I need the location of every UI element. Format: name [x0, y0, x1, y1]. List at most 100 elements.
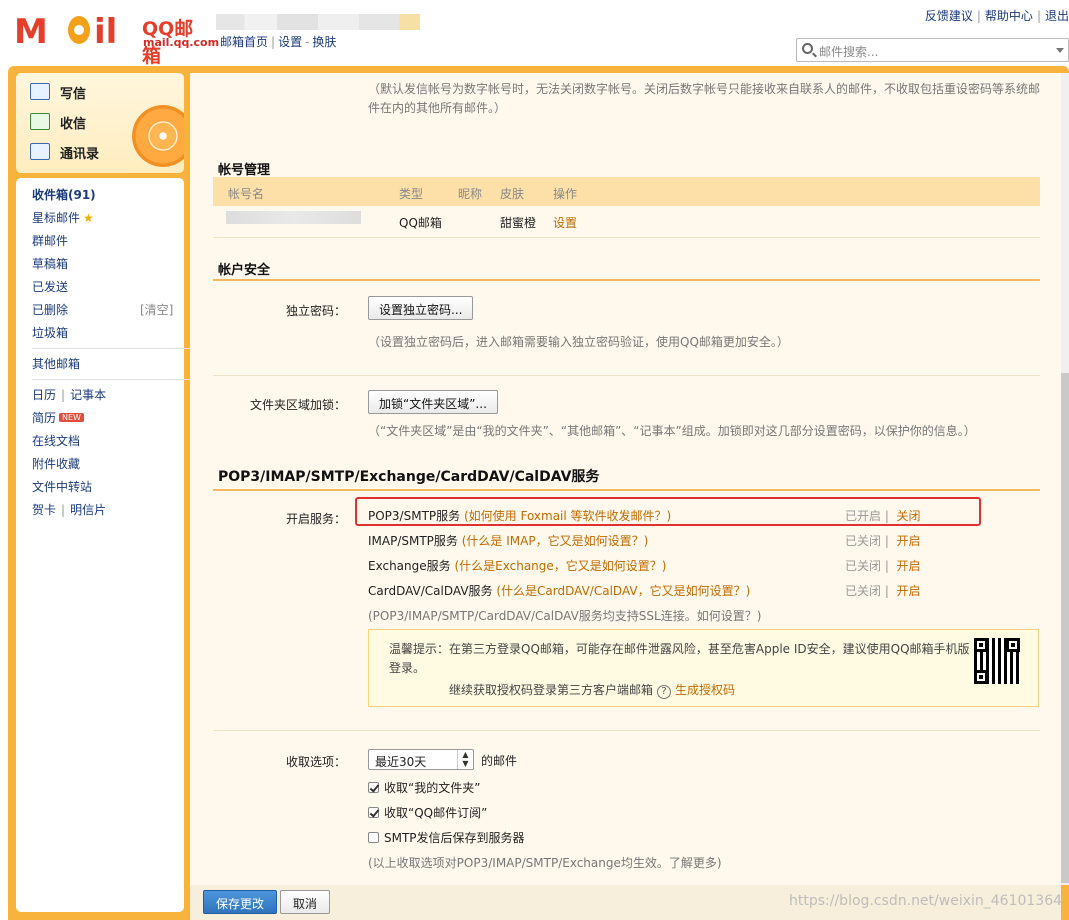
services-title: POP3/IMAP/SMTP/Exchange/CardDAV/CalDAV服务	[218, 469, 600, 485]
help-icon[interactable]: ?	[657, 685, 672, 699]
set-independent-password-button[interactable]: 设置独立密码...	[368, 296, 474, 320]
folder-starred[interactable]: 星标邮件 ★	[32, 209, 94, 226]
section-divider	[213, 279, 1040, 281]
section-divider	[213, 489, 1040, 491]
account-mgmt-title: 帐号管理	[218, 163, 271, 178]
highlight-box	[355, 497, 981, 526]
mail-search-input[interactable]: 邮件搜索...	[796, 38, 1069, 62]
divider	[213, 375, 1040, 376]
imap-help-link[interactable]: (什么是 IMAP，它又是如何设置？)	[462, 534, 649, 548]
carddav-enable-link[interactable]: 开启	[897, 584, 921, 598]
col-skin: 皮肤	[500, 187, 525, 201]
default-account-note: （默认发信帐号为数字帐号时，无法关闭数字帐号。关闭后数字帐号只能接收来自联系人的…	[368, 82, 1041, 115]
carddav-help-link[interactable]: (什么是CardDAV/CalDAV，它又是如何设置？)	[496, 584, 750, 598]
tip-text: 温馨提示：在第三方登录QQ邮箱，可能存在邮件泄露风险，甚至危害Apple ID安…	[389, 642, 970, 675]
help-center-link[interactable]: 帮助中心	[985, 9, 1033, 23]
chevron-down-icon[interactable]	[1056, 48, 1064, 53]
imap-enable-link[interactable]: 开启	[897, 534, 921, 548]
generate-auth-code-link[interactable]: 生成授权码	[675, 683, 735, 697]
account-settings-link[interactable]: 设置	[553, 214, 577, 231]
qq-mail-logo[interactable]: M il QQ邮箱 mail.qq.com	[14, 12, 219, 67]
checkbox-checked[interactable]	[368, 807, 379, 818]
orange-slice-decoration	[132, 105, 184, 167]
service-imap-smtp: IMAP/SMTP服务 (什么是 IMAP，它又是如何设置？)	[368, 534, 649, 548]
service-exchange: Exchange服务 (什么是Exchange，它又是如何设置？)	[368, 559, 667, 573]
pencil-icon	[30, 83, 50, 100]
account-skin: 甜蜜橙	[500, 216, 537, 230]
scrollbar-thumb[interactable]	[1061, 373, 1069, 883]
folder-list: 收件箱(91) 星标邮件 ★ 群邮件 草稿箱 已发送 已删除 [清空] 垃圾箱 其…	[16, 178, 190, 912]
folder-spam[interactable]: 垃圾箱	[32, 324, 68, 341]
resume-link[interactable]: 简历 NEW	[32, 409, 84, 426]
enable-services-label: 开启服务：	[285, 512, 346, 526]
attachments-link[interactable]: 附件收藏	[32, 455, 80, 472]
clear-trash-link[interactable]: [清空]	[140, 301, 173, 318]
imap-status: 已关闭 | 开启	[845, 534, 921, 548]
cancel-button[interactable]: 取消	[280, 890, 331, 914]
receive-my-folders-checkbox[interactable]: 收取“我的文件夹”	[368, 779, 480, 796]
feedback-link[interactable]: 反馈建议	[925, 9, 973, 23]
notes-link[interactable]: 记事本	[70, 388, 106, 402]
receive-subscriptions-checkbox[interactable]: 收取“QQ邮件订阅”	[368, 804, 487, 821]
folder-drafts[interactable]: 草稿箱	[32, 255, 68, 272]
security-title: 帐户安全	[218, 263, 271, 278]
account-type: QQ邮箱	[399, 216, 442, 230]
stepper-arrows-icon: ▲ ▼	[457, 750, 473, 769]
download-icon	[30, 113, 50, 130]
exchange-status: 已关闭 | 开启	[845, 559, 921, 573]
folder-group[interactable]: 群邮件	[32, 232, 68, 249]
calendar-link[interactable]: 日历	[32, 388, 56, 402]
settings-link[interactable]: 设置	[278, 35, 302, 49]
exchange-help-link[interactable]: (什么是Exchange，它又是如何设置？)	[454, 559, 666, 573]
receive-range-select[interactable]: 最近30天 ▲ ▼	[368, 749, 474, 770]
divider	[32, 379, 190, 380]
lock-folder-area-button[interactable]: 加锁“文件夹区域”...	[368, 390, 498, 414]
calendar-notes-row: 日历 | 记事本	[32, 388, 107, 402]
new-badge: NEW	[59, 413, 84, 422]
logo-ring	[68, 16, 90, 44]
folder-lock-label: 文件夹区域加锁：	[249, 398, 346, 412]
logout-link[interactable]: 退出	[1045, 9, 1069, 23]
col-nickname: 昵称	[458, 187, 483, 201]
search-icon	[802, 43, 813, 54]
range-suffix: 的邮件	[481, 754, 518, 768]
file-transfer-link[interactable]: 文件中转站	[32, 478, 92, 495]
postcards-link[interactable]: 明信片	[70, 503, 106, 517]
mail-home-link[interactable]: 邮箱首页	[220, 35, 268, 49]
cards-row: 贺卡 | 明信片	[32, 503, 107, 517]
save-changes-button[interactable]: 保存更改	[203, 890, 278, 914]
settings-main-panel: （默认发信帐号为数字帐号时，无法关闭数字帐号。关闭后数字帐号只能接收来自联系人的…	[190, 73, 1061, 885]
divider	[32, 348, 190, 349]
contact-card-icon	[30, 143, 50, 160]
smtp-save-to-server-checkbox[interactable]: SMTP发信后保存到服务器	[368, 829, 525, 846]
folder-inbox[interactable]: 收件箱(91)	[32, 186, 96, 203]
quick-actions-panel: 写信 收信 通讯录	[16, 73, 184, 173]
independent-password-label: 独立密码：	[285, 304, 346, 318]
qr-code-icon	[974, 638, 1020, 684]
carddav-status: 已关闭 | 开启	[845, 584, 921, 598]
folder-lock-note: （“文件夹区域”是由“我的文件夹”、“其他邮箱”、“记事本”组成。加锁即对这几部…	[368, 424, 976, 438]
folder-sent[interactable]: 已发送	[32, 278, 68, 295]
checkbox-checked[interactable]	[368, 782, 379, 793]
change-skin-link[interactable]: 换肤	[312, 35, 336, 49]
exchange-enable-link[interactable]: 开启	[897, 559, 921, 573]
scrollbar[interactable]	[1061, 73, 1069, 885]
col-action: 操作	[553, 187, 578, 201]
password-note: （设置独立密码后，进入邮箱需要输入独立密码验证，使用QQ邮箱更加安全。）	[368, 335, 789, 349]
blurred-username	[216, 14, 420, 30]
folder-deleted[interactable]: 已删除	[32, 301, 68, 318]
online-docs-link[interactable]: 在线文档	[32, 432, 80, 449]
top-nav-links: 邮箱首页 | 设置 - 换肤	[220, 35, 337, 49]
watermark: https://blog.csdn.net/weixin_46101364	[789, 893, 1063, 909]
folder-other-mailboxes[interactable]: 其他邮箱	[32, 355, 80, 372]
receive-options-label: 收取选项：	[285, 755, 346, 769]
receive-options-note: (以上收取选项对POP3/IMAP/SMTP/Exchange均生效。了解更多)	[368, 856, 722, 870]
greeting-cards-link[interactable]: 贺卡	[32, 503, 56, 517]
col-account-name: 帐号名	[228, 187, 265, 201]
divider	[213, 730, 1040, 731]
service-carddav-caldav: CardDAV/CalDAV服务 (什么是CardDAV/CalDAV，它又是如…	[368, 584, 751, 598]
account-table-header	[213, 177, 1040, 206]
divider	[213, 237, 1040, 238]
checkbox-unchecked[interactable]	[368, 832, 379, 843]
col-type: 类型	[399, 187, 424, 201]
